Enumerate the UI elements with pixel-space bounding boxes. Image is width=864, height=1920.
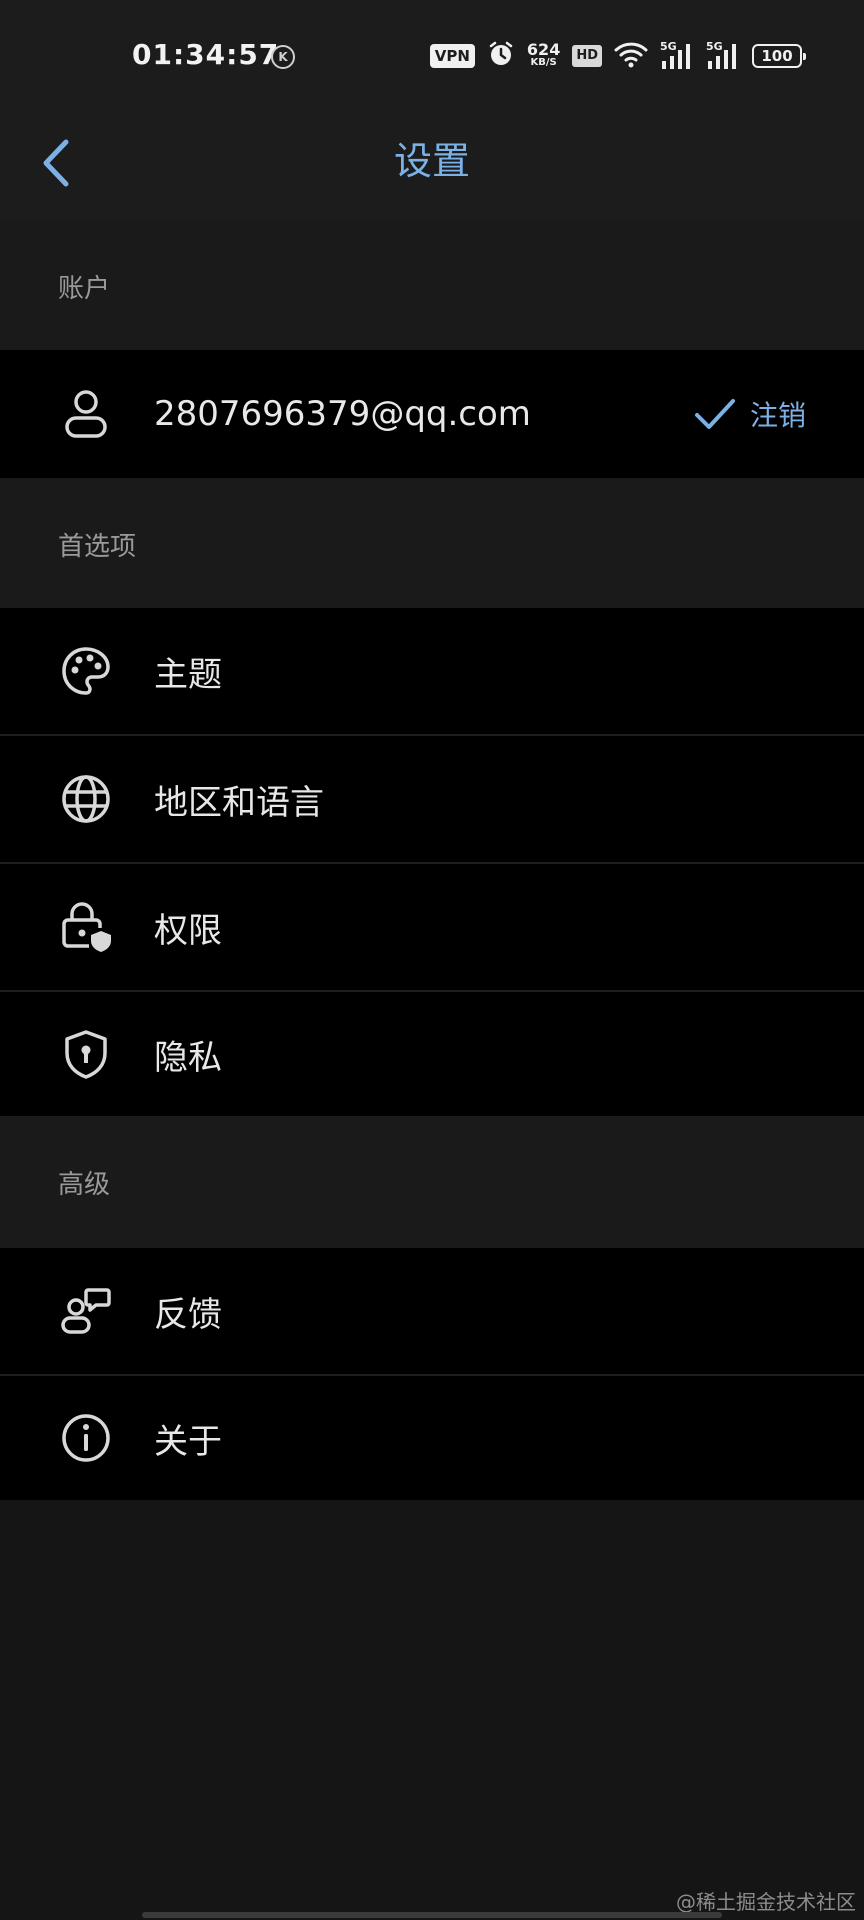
status-indicators: VPN 624 KB/S HD 5G 5G 100 — [429, 40, 806, 72]
page-title: 设置 — [393, 139, 470, 183]
settings-item-label: 主题 — [154, 654, 222, 695]
checkmark-icon — [694, 399, 735, 429]
section-header-advanced: 高级 — [0, 1116, 864, 1248]
wifi-icon — [614, 40, 648, 72]
globe-icon — [58, 771, 114, 827]
status-time: 01:34:57 — [132, 38, 280, 71]
user-icon — [58, 386, 114, 442]
k-app-icon: K — [271, 45, 295, 69]
empty-area — [0, 1500, 864, 1920]
lock-shield-icon — [58, 899, 114, 955]
shield-keyhole-icon — [58, 1026, 114, 1082]
logout-label: 注销 — [749, 399, 806, 432]
network-speed-unit: KB/S — [530, 57, 557, 68]
info-icon — [58, 1410, 114, 1466]
account-row[interactable]: 2807696379@qq.com 注销 — [0, 350, 864, 478]
app-bar: 设置 — [0, 110, 864, 220]
settings-item-feedback[interactable]: 反馈 — [0, 1248, 864, 1376]
alarm-icon — [487, 40, 515, 72]
settings-screen: 01:34:57 K VPN 624 KB/S HD 5G 5G 100 设置 … — [0, 0, 864, 1920]
battery-icon: 100 — [752, 44, 806, 68]
status-bar: 01:34:57 K VPN 624 KB/S HD 5G 5G 100 — [0, 0, 864, 110]
settings-item-privacy[interactable]: 隐私 — [0, 992, 864, 1116]
section-title-account: 账户 — [58, 274, 111, 304]
section-title-advanced: 高级 — [58, 1170, 111, 1200]
settings-item-theme[interactable]: 主题 — [0, 608, 864, 736]
vpn-icon: VPN — [429, 44, 475, 68]
settings-item-label: 关于 — [154, 1421, 222, 1462]
feedback-icon — [58, 1283, 114, 1339]
account-email: 2807696379@qq.com — [154, 394, 531, 434]
network-speed: 624 KB/S — [526, 40, 561, 69]
home-indicator[interactable] — [142, 1912, 722, 1918]
cell-signal-1-icon: 5G — [660, 40, 694, 71]
settings-item-permissions[interactable]: 权限 — [0, 864, 864, 992]
logout-button[interactable]: 注销 — [694, 394, 806, 434]
section-header-preferences: 首选项 — [0, 478, 864, 608]
settings-item-label: 权限 — [154, 910, 222, 951]
settings-item-label: 地区和语言 — [154, 782, 324, 823]
settings-item-label: 反馈 — [154, 1294, 222, 1335]
section-header-account: 账户 — [0, 220, 864, 350]
settings-item-label: 隐私 — [154, 1037, 222, 1078]
cell-signal-2-icon: 5G — [706, 40, 740, 71]
settings-item-about[interactable]: 关于 — [0, 1376, 864, 1500]
settings-item-region-language[interactable]: 地区和语言 — [0, 736, 864, 864]
hd-icon: HD — [572, 45, 602, 67]
network-speed-value: 624 — [526, 40, 561, 59]
watermark: @稀土掘金技术社区 — [676, 1890, 856, 1914]
section-title-preferences: 首选项 — [58, 532, 137, 562]
palette-icon — [58, 643, 114, 699]
